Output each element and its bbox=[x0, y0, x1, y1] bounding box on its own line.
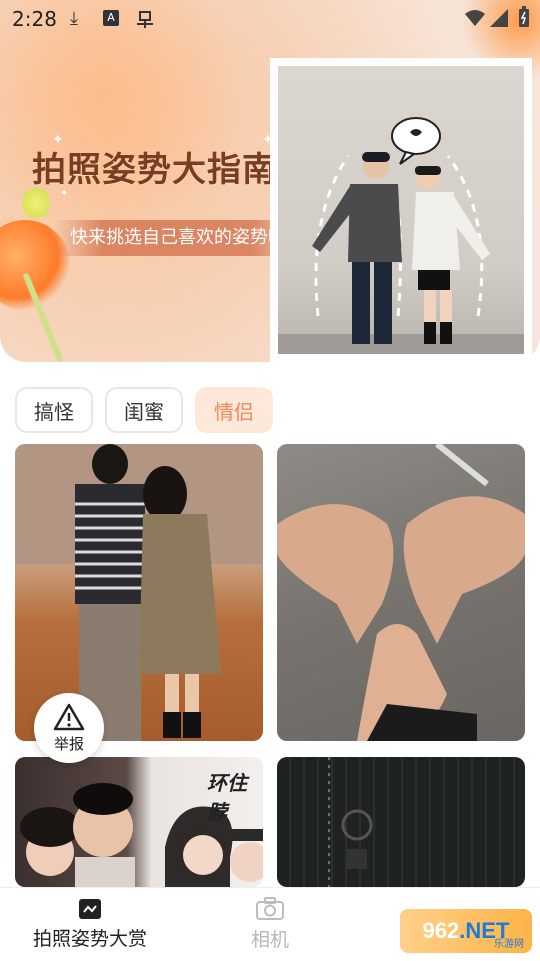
signal-icon bbox=[490, 9, 508, 27]
couple-illustration bbox=[278, 117, 524, 354]
warning-icon bbox=[53, 703, 85, 730]
hero-title: 拍照姿势大指南 bbox=[32, 150, 277, 190]
nav-item-label: 相机 bbox=[250, 929, 289, 951]
camera-icon bbox=[256, 897, 284, 920]
status-bar: 2:28 ⤓ A bbox=[0, 0, 540, 38]
a-badge-icon: A bbox=[103, 10, 119, 26]
pose-card-dark-door[interactable] bbox=[277, 757, 525, 887]
pose-card-couple-selfie[interactable]: 环住脖 bbox=[15, 757, 263, 887]
status-time: 2:28 bbox=[12, 7, 57, 31]
nav-item-pose-gallery[interactable]: 拍照姿势大赏 bbox=[0, 888, 180, 961]
report-label: 举报 bbox=[53, 734, 84, 753]
report-button[interactable]: 举报 bbox=[34, 693, 104, 763]
bug-icon bbox=[137, 11, 153, 28]
battery-icon bbox=[519, 6, 529, 27]
watermark-sub: 乐游网 bbox=[494, 939, 524, 950]
gallery-icon bbox=[79, 899, 101, 919]
hero-banner[interactable]: ✦ ✦ ✦ 拍照姿势大指南 快来挑选自己喜欢的姿势吧 bbox=[0, 0, 540, 362]
site-watermark-logo: 962 .NET 乐游网 bbox=[400, 909, 532, 953]
filter-chip-label: 闺蜜 bbox=[124, 399, 164, 424]
hero-couple-photo bbox=[270, 58, 532, 362]
filter-chip-funny[interactable]: 搞怪 bbox=[15, 387, 93, 433]
nav-item-label: 拍照姿势大赏 bbox=[32, 928, 147, 950]
nav-item-camera[interactable]: 相机 bbox=[180, 888, 360, 961]
card-overlay-text: 环住脖 bbox=[207, 771, 247, 824]
hand-heart-photo bbox=[277, 444, 525, 741]
filter-chip-bestie[interactable]: 闺蜜 bbox=[105, 387, 183, 433]
download-icon: ⤓ bbox=[70, 8, 78, 29]
dark-door-photo bbox=[328, 757, 373, 887]
filter-chip-label: 情侣 bbox=[214, 399, 254, 424]
wifi-icon bbox=[465, 10, 485, 26]
watermark-number: 962 bbox=[422, 918, 460, 943]
pose-card-hand-heart[interactable] bbox=[277, 444, 525, 741]
filter-chip-label: 搞怪 bbox=[34, 399, 74, 424]
filter-chip-couple[interactable]: 情侣 bbox=[195, 387, 273, 433]
hero-subtitle: 快来挑选自己喜欢的姿势吧 bbox=[54, 220, 302, 256]
